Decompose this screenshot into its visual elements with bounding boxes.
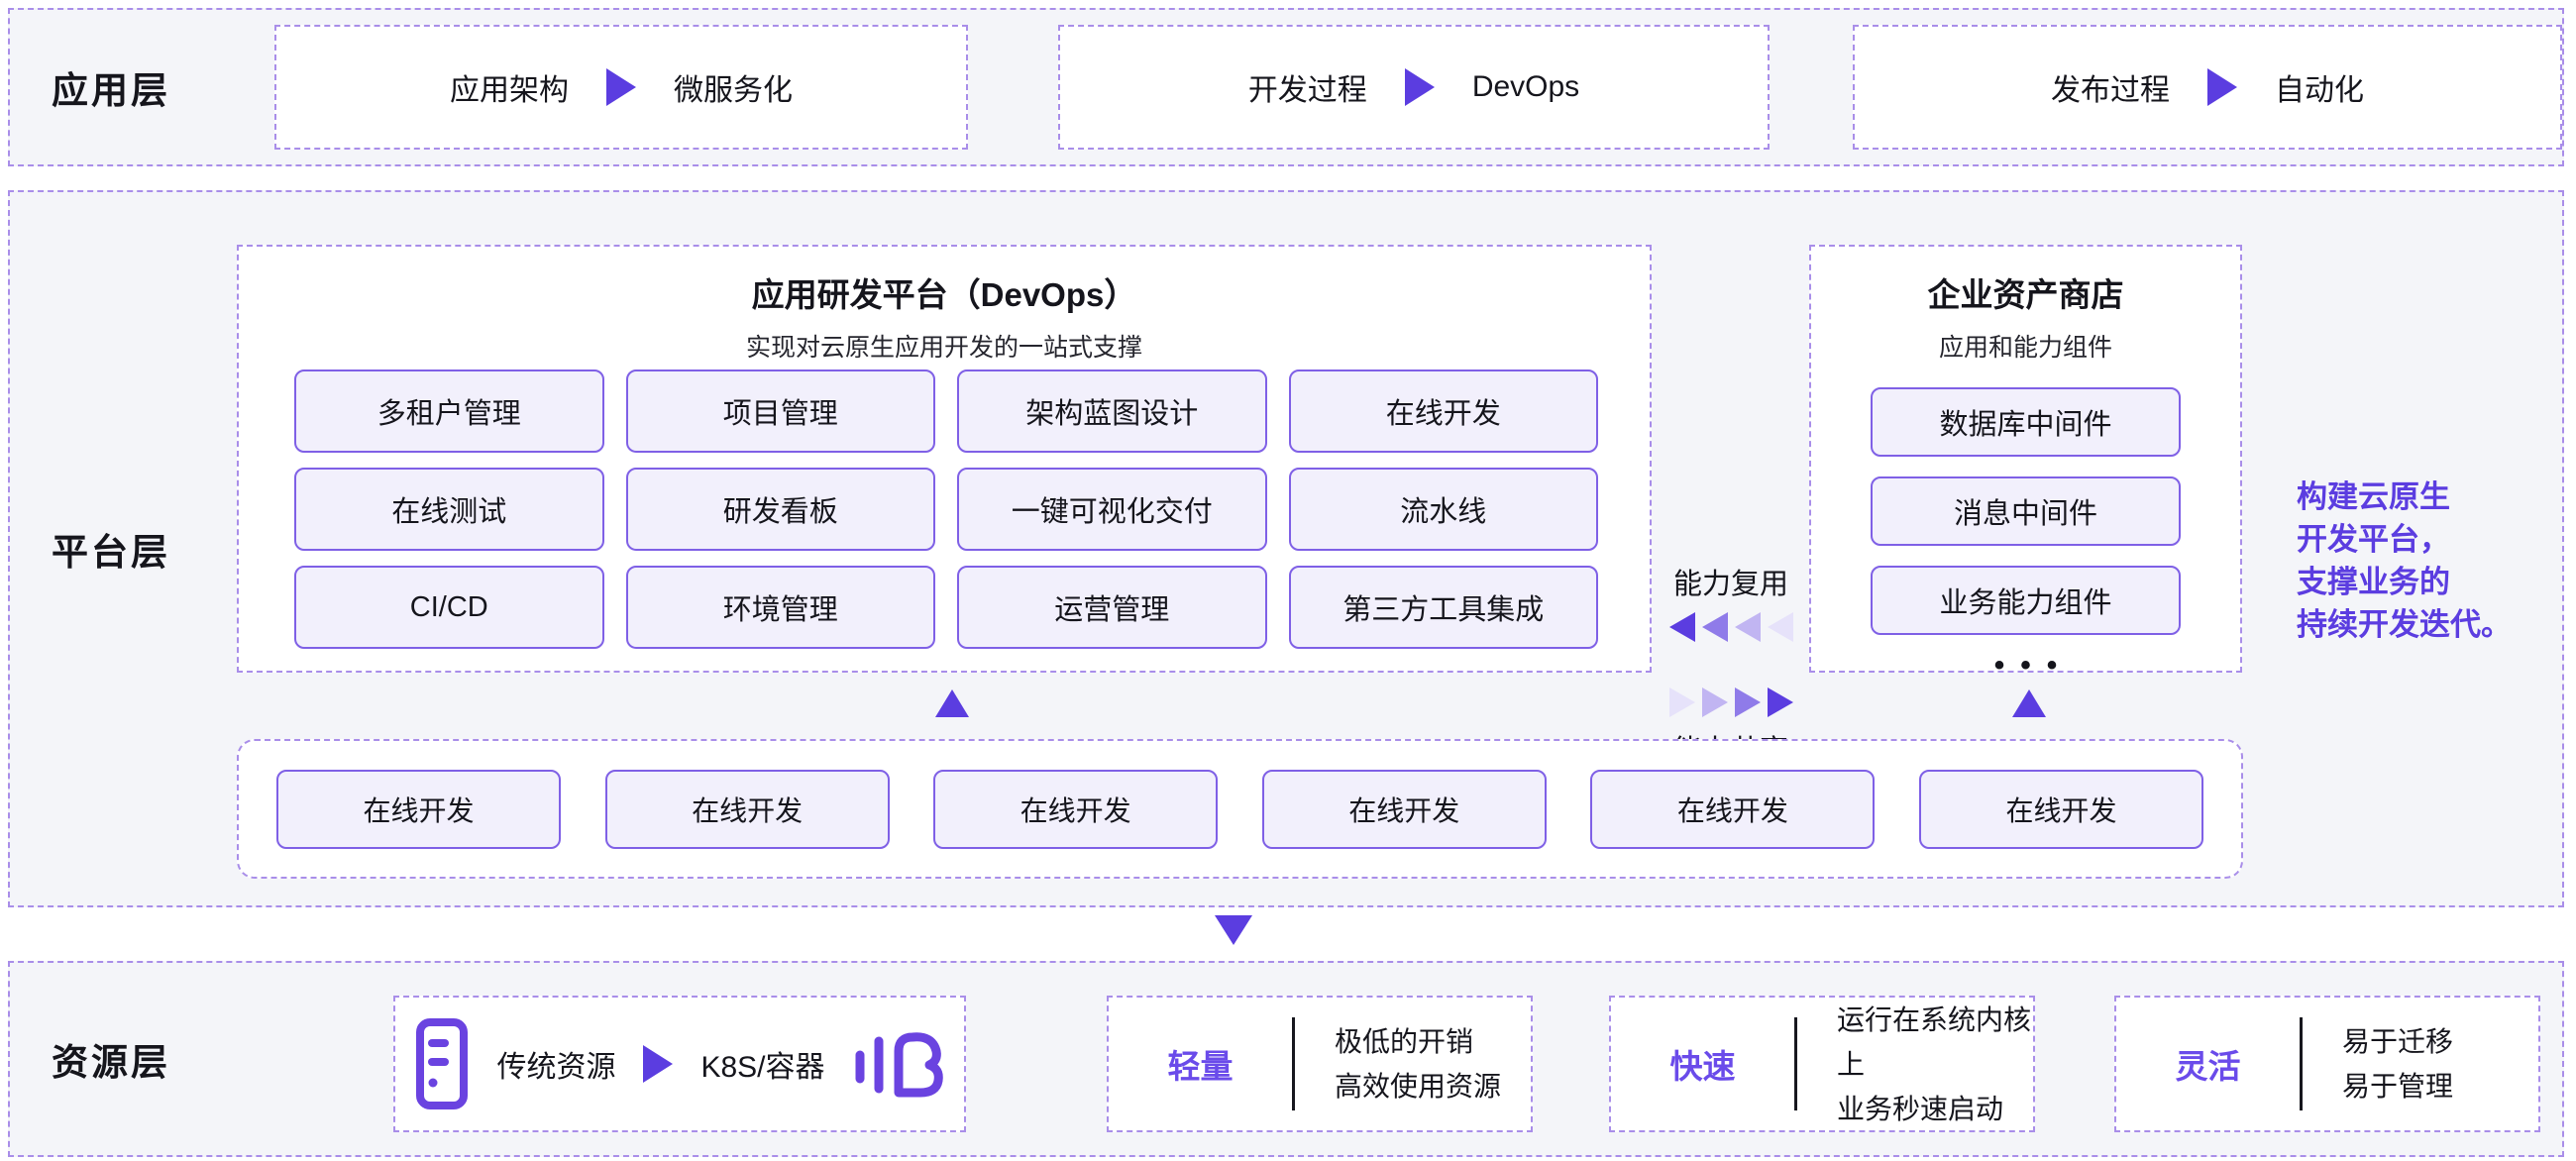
left-triangle-icon xyxy=(1669,612,1695,642)
tagline-line: 支撑业务的 xyxy=(2297,561,2564,603)
feature-description: 极低的开销 高效使用资源 xyxy=(1335,1019,1501,1108)
online-dev-chip: 在线开发 xyxy=(1590,770,1875,849)
feature-name: 轻量 xyxy=(1109,1040,1292,1088)
online-dev-chip: 在线开发 xyxy=(276,770,561,849)
architecture-diagram: { "palette":{ "accent":"#5B3DE0", "featu… xyxy=(0,0,2576,1161)
tagline-line: 持续开发迭代。 xyxy=(2297,603,2564,646)
fade-arrows-left-icon xyxy=(1669,612,1793,642)
right-arrow-icon xyxy=(2207,68,2237,106)
down-arrow-icon xyxy=(1215,915,1252,945)
server-icon xyxy=(415,1018,469,1109)
capability-reuse-label: 能力复用 xyxy=(1673,561,1788,602)
dev-process-from: 开发过程 xyxy=(1248,65,1367,109)
platform-layer-label: 平台层 xyxy=(52,522,170,576)
up-arrow-icon xyxy=(2012,689,2046,717)
migration-to: K8S/容器 xyxy=(700,1042,824,1086)
online-dev-chip: 在线开发 xyxy=(933,770,1218,849)
feature-description: 易于迁移 易于管理 xyxy=(2342,1019,2453,1108)
online-dev-chip: 在线开发 xyxy=(605,770,890,849)
capability-chip-project: 项目管理 xyxy=(626,369,936,453)
asset-store-panel: 企业资产商店 应用和能力组件 数据库中间件 消息中间件 业务能力组件 ••• xyxy=(1809,245,2242,673)
platform-tagline: 构建云原生 开发平台， 支撑业务的 持续开发迭代。 xyxy=(2297,475,2564,646)
feature-box-flexible: 灵活 易于迁移 易于管理 xyxy=(2114,996,2540,1132)
devops-platform-panel: 应用研发平台（DevOps） 实现对云原生应用开发的一站式支撑 多租户管理 项目… xyxy=(237,245,1652,673)
asset-store-subtitle: 应用和能力组件 xyxy=(1811,328,2240,364)
right-triangle-icon xyxy=(1702,687,1728,717)
resource-migration-box: 传统资源 K8S/容器 xyxy=(393,996,966,1132)
dev-process-box: 开发过程 DevOps xyxy=(1058,25,1770,150)
feature-box-fast: 快速 运行在系统内核上 业务秒速启动 xyxy=(1609,996,2035,1132)
feature-line: 易于管理 xyxy=(2342,1064,2453,1108)
asset-chip-business-component: 业务能力组件 xyxy=(1871,566,2181,635)
capability-chip-kanban: 研发看板 xyxy=(626,468,936,551)
tagline-line: 构建云原生 xyxy=(2297,475,2564,518)
online-dev-chip: 在线开发 xyxy=(1262,770,1547,849)
capability-chip-multitenant: 多租户管理 xyxy=(294,369,604,453)
release-process-to: 自动化 xyxy=(2275,65,2364,109)
feature-divider xyxy=(1794,1017,1797,1110)
feature-box-lightweight: 轻量 极低的开销 高效使用资源 xyxy=(1107,996,1533,1132)
capability-chip-blueprint: 架构蓝图设计 xyxy=(957,369,1267,453)
right-arrow-icon xyxy=(606,68,636,106)
app-architecture-to: 微服务化 xyxy=(674,65,793,109)
asset-chip-message-middleware: 消息中间件 xyxy=(1871,476,2181,546)
feature-description: 运行在系统内核上 业务秒速启动 xyxy=(1837,998,2033,1131)
capability-chip-operation: 运营管理 xyxy=(957,566,1267,649)
capability-bridge: 能力复用 能力共享 xyxy=(1651,561,1811,769)
asset-store-list: 数据库中间件 消息中间件 业务能力组件 xyxy=(1871,387,2181,635)
up-arrow-icon xyxy=(935,689,969,717)
asset-chip-database-middleware: 数据库中间件 xyxy=(1871,387,2181,457)
online-dev-chip: 在线开发 xyxy=(1919,770,2203,849)
app-architecture-box: 应用架构 微服务化 xyxy=(274,25,968,150)
feature-divider xyxy=(1292,1017,1295,1110)
feature-name: 快速 xyxy=(1611,1040,1794,1088)
left-triangle-icon xyxy=(1735,612,1761,642)
capability-chip-online-dev: 在线开发 xyxy=(1289,369,1599,453)
feature-name: 灵活 xyxy=(2116,1040,2300,1088)
devops-panel-subtitle: 实现对云原生应用开发的一站式支撑 xyxy=(239,328,1650,364)
resource-layer: 资源层 传统资源 K8S/容器 轻量 极低的开销 高效使用资源 快速 运行在系统… xyxy=(8,961,2564,1157)
feature-line: 运行在系统内核上 xyxy=(1837,998,2033,1087)
asset-store-title: 企业资产商店 xyxy=(1811,268,2240,316)
right-arrow-icon xyxy=(643,1045,673,1083)
dev-process-to: DevOps xyxy=(1472,70,1579,104)
tagline-line: 开发平台， xyxy=(2297,518,2564,561)
release-process-box: 发布过程 自动化 xyxy=(1853,25,2562,150)
capability-chip-visual-delivery: 一键可视化交付 xyxy=(957,468,1267,551)
app-architecture-from: 应用架构 xyxy=(450,65,569,109)
feature-line: 极低的开销 xyxy=(1335,1019,1501,1064)
fade-arrows-right-icon xyxy=(1669,687,1793,717)
feature-line: 易于迁移 xyxy=(2342,1019,2453,1064)
platform-layer: 平台层 应用研发平台（DevOps） 实现对云原生应用开发的一站式支撑 多租户管… xyxy=(8,190,2564,907)
devops-panel-title: 应用研发平台（DevOps） xyxy=(239,268,1650,316)
capability-chip-cicd: CI/CD xyxy=(294,566,604,649)
left-triangle-icon xyxy=(1702,612,1728,642)
capability-chip-pipeline: 流水线 xyxy=(1289,468,1599,551)
migration-from: 传统资源 xyxy=(496,1042,615,1086)
left-triangle-icon xyxy=(1768,612,1793,642)
application-layer-label: 应用层 xyxy=(52,60,170,114)
devops-capability-grid: 多租户管理 项目管理 架构蓝图设计 在线开发 在线测试 研发看板 一键可视化交付… xyxy=(294,369,1598,649)
cloud-container-icon xyxy=(853,1027,944,1101)
capability-chip-online-test: 在线测试 xyxy=(294,468,604,551)
feature-line: 高效使用资源 xyxy=(1335,1064,1501,1108)
right-triangle-icon xyxy=(1669,687,1695,717)
online-dev-row: 在线开发 在线开发 在线开发 在线开发 在线开发 在线开发 xyxy=(237,739,2243,879)
capability-chip-environment: 环境管理 xyxy=(626,566,936,649)
more-dots: ••• xyxy=(1811,649,2240,683)
right-arrow-icon xyxy=(1405,68,1435,106)
resource-layer-label: 资源层 xyxy=(52,1032,170,1086)
right-triangle-icon xyxy=(1768,687,1793,717)
application-layer: 应用层 应用架构 微服务化 开发过程 DevOps 发布过程 自动化 xyxy=(8,8,2564,166)
feature-divider xyxy=(2300,1017,2303,1110)
feature-line: 业务秒速启动 xyxy=(1837,1087,2033,1131)
right-triangle-icon xyxy=(1735,687,1761,717)
release-process-from: 发布过程 xyxy=(2051,65,2170,109)
capability-chip-thirdparty: 第三方工具集成 xyxy=(1289,566,1599,649)
